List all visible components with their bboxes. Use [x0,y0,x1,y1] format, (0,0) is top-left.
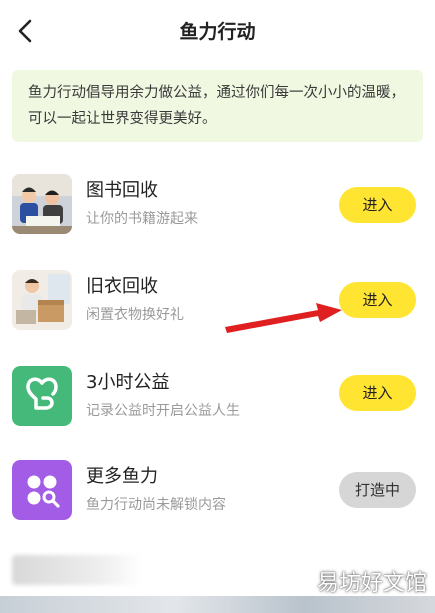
red-arrow-annotation [225,303,342,333]
watermark: 易坊好文馆 [316,571,427,596]
bottom-image-strip [0,596,435,613]
blurred-content [12,555,142,585]
